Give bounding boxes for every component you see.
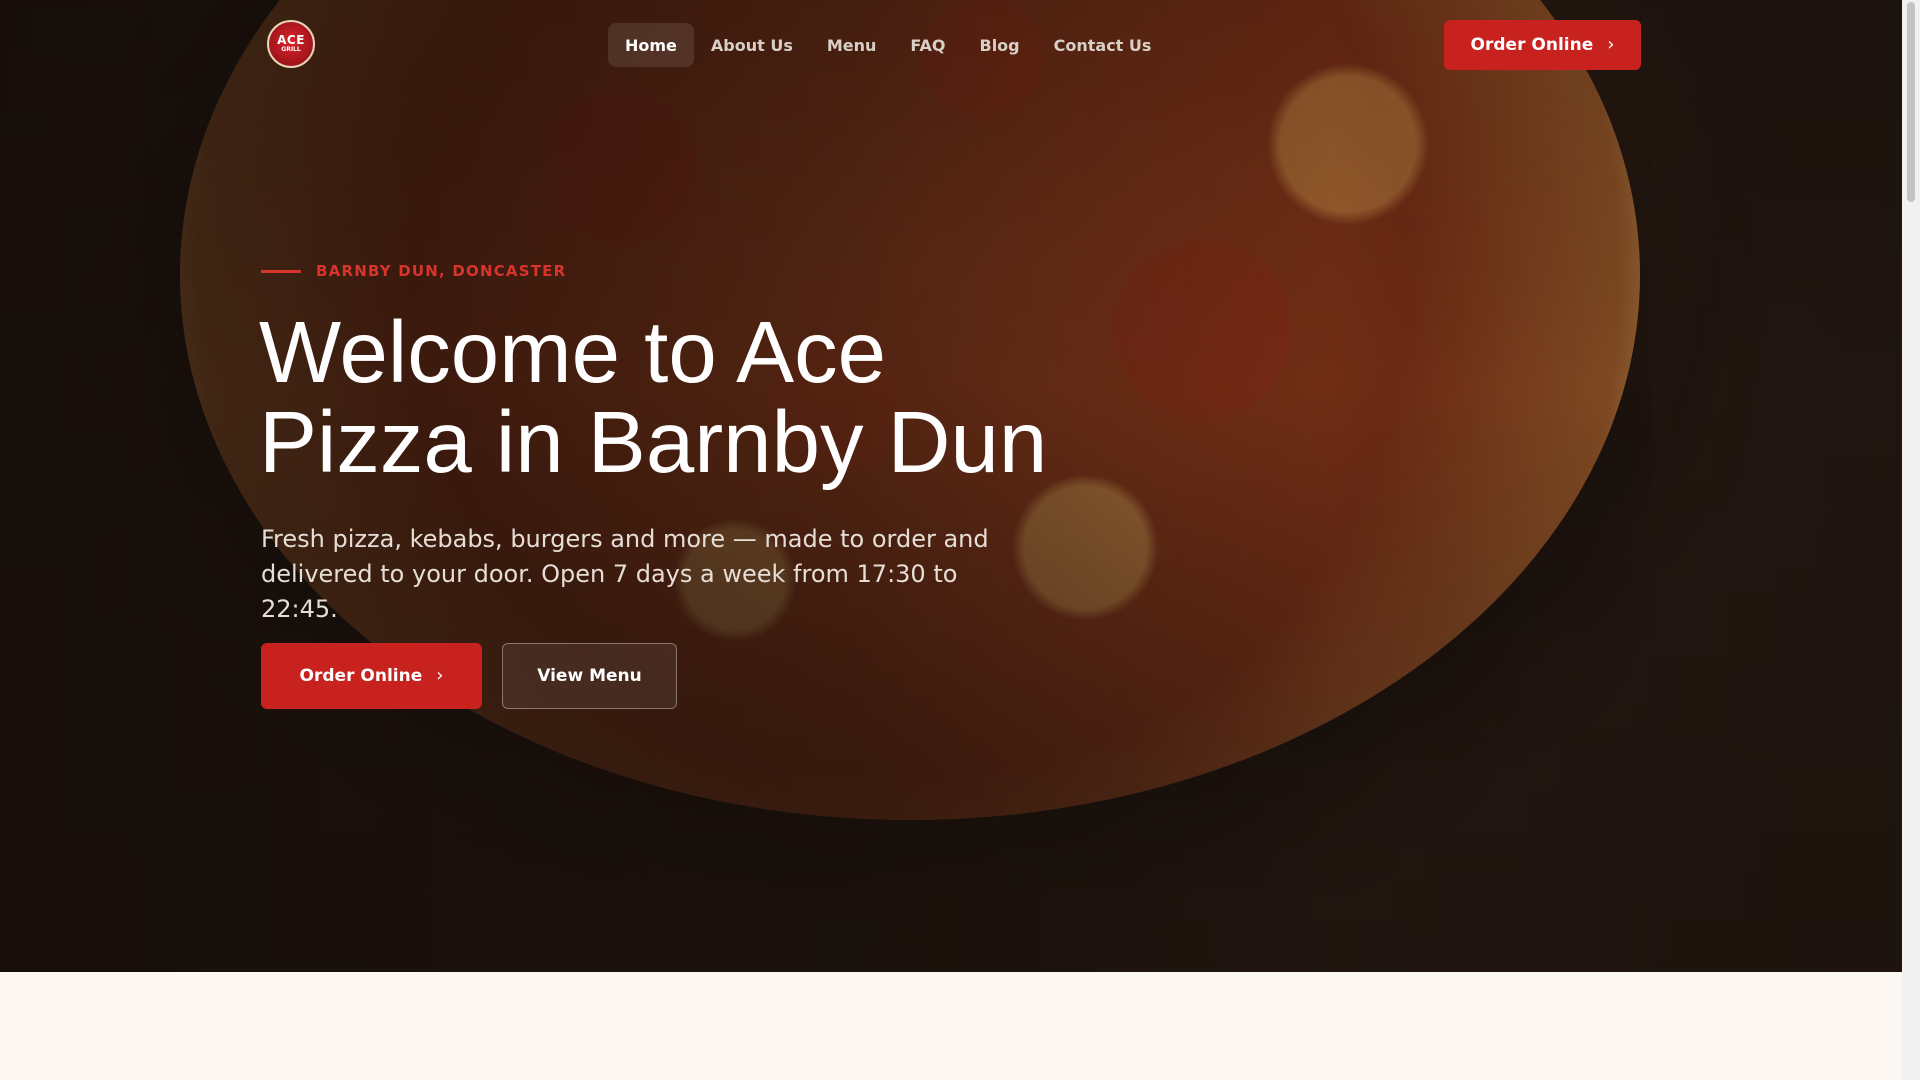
chevron-right-icon: › — [436, 665, 444, 686]
logo-text-primary: ACE — [277, 33, 305, 47]
nav-item-faq[interactable]: FAQ — [893, 23, 962, 67]
logo-text-secondary: GRILL — [281, 46, 301, 53]
hero-subtitle: Fresh pizza, kebabs, burgers and more — … — [261, 525, 989, 623]
nav-item-blog[interactable]: Blog — [963, 23, 1037, 67]
headline-line-1: Welcome to Ace — [259, 304, 887, 401]
view-menu-label: View Menu — [537, 666, 642, 686]
nav-item-contact-us[interactable]: Contact Us — [1037, 23, 1169, 67]
eyebrow-text: BARNBY DUN, DONCASTER — [316, 262, 567, 280]
nav-item-menu[interactable]: Menu — [810, 23, 894, 67]
chevron-right-icon: › — [1607, 34, 1615, 55]
nav-order-online-button[interactable]: Order Online › — [1444, 20, 1641, 70]
location-eyebrow: BARNBY DUN, DONCASTER — [261, 262, 566, 280]
main-nav: Home About Us Menu FAQ Blog Contact Us — [608, 23, 1168, 67]
next-section — [0, 972, 1902, 1080]
headline-line-2: Pizza in Barnby Dun — [259, 394, 1048, 491]
nav-order-online-label: Order Online — [1470, 35, 1594, 55]
view-menu-button[interactable]: View Menu — [502, 643, 677, 709]
nav-item-about-us[interactable]: About Us — [694, 23, 810, 67]
eyebrow-divider — [261, 269, 301, 273]
scrollbar-thumb[interactable] — [1907, 2, 1915, 202]
brand-logo[interactable]: ACE GRILL — [267, 20, 315, 68]
hero-headline: Welcome to Ace Pizza in Barnby Dun — [259, 308, 1159, 488]
hero-order-online-label: Order Online — [299, 666, 423, 686]
page-scrollbar[interactable] — [1902, 0, 1920, 1080]
hero-order-online-button[interactable]: Order Online › — [261, 643, 482, 709]
nav-item-home[interactable]: Home — [608, 23, 694, 67]
